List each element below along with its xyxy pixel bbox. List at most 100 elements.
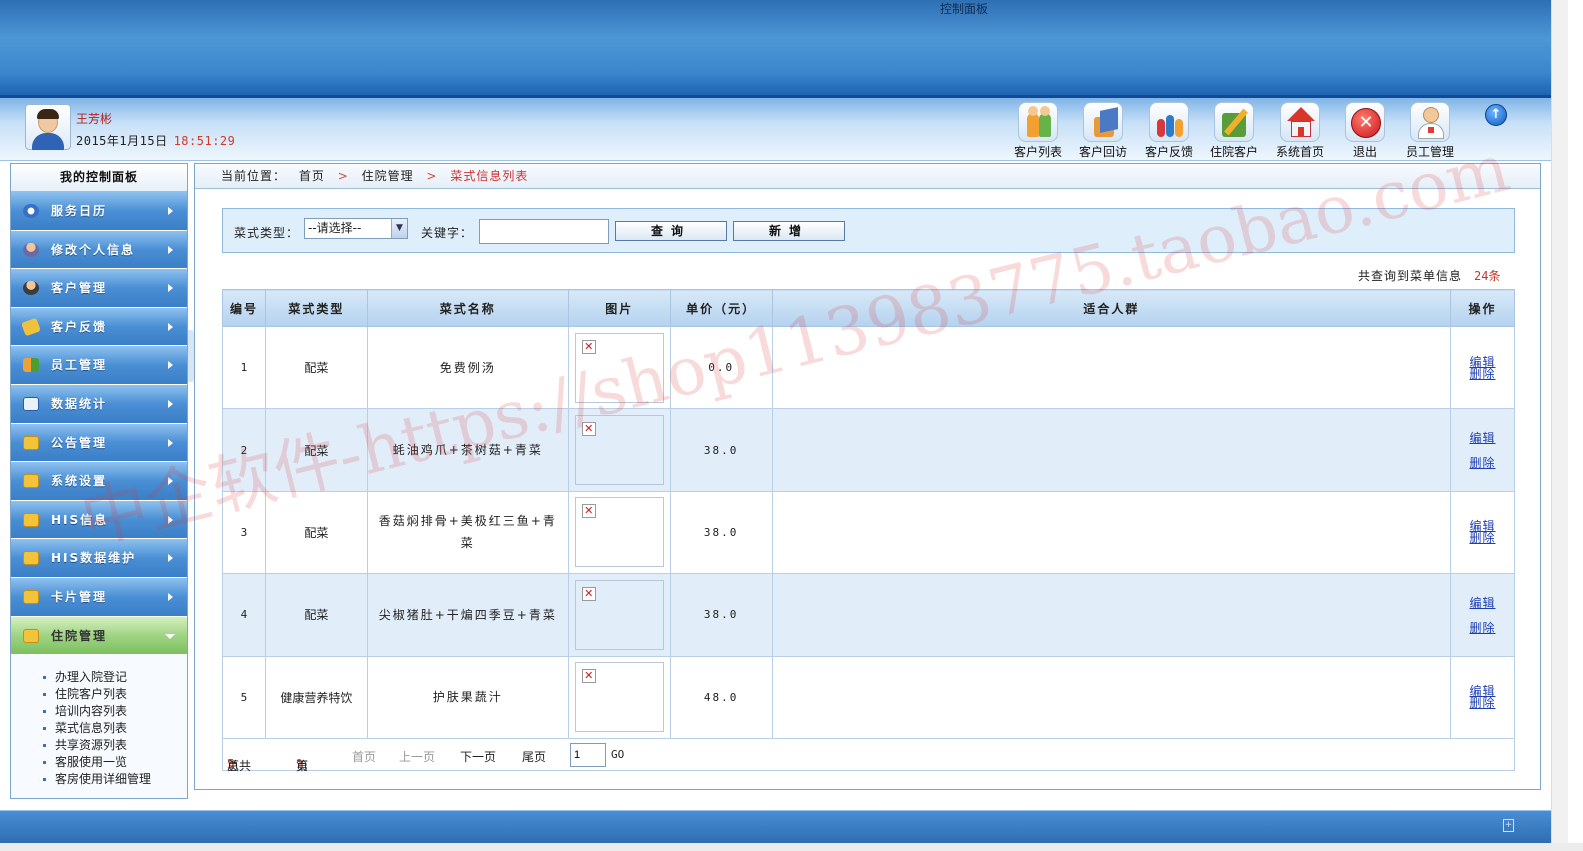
result-count: 24条 (1474, 269, 1501, 283)
submenu-item-service-usage[interactable]: 客服使用一览 (43, 754, 187, 771)
breadcrumb-home-link[interactable]: 首页 (299, 169, 325, 183)
sidebar-title: 我的控制面板 (11, 164, 187, 192)
breadcrumb-section-link[interactable]: 住院管理 (362, 169, 414, 183)
sidebar-item-statistics[interactable]: 数据统计 (11, 384, 187, 424)
sidebar-item-label: 公告管理 (51, 435, 108, 450)
cell-price: 38.0 (669, 408, 773, 492)
arrow-up-icon[interactable]: ↑ (1485, 104, 1507, 126)
dish-table: 编号 菜式类型 菜式名称 图片 单价（元） 适合人群 操作 1 配菜 免费例汤 … (222, 289, 1515, 739)
toolbar-label: 住院客户 (1209, 145, 1258, 159)
folder-icon (23, 512, 39, 527)
toolbar-label: 客户回访 (1078, 145, 1127, 159)
user-datetime: 2015年1月15日 18:51:29 (76, 132, 235, 149)
sidebar-item-label: 住院管理 (51, 628, 108, 643)
toolbar-staff-button[interactable]: 员工管理 (1400, 102, 1460, 159)
edit-link[interactable]: 编辑 (1451, 594, 1514, 611)
delete-link[interactable]: 删除 (1451, 532, 1514, 544)
page-number-input[interactable] (570, 743, 606, 767)
go-button[interactable]: GO (611, 748, 624, 761)
breadcrumb: 当前位置： 首页 > 住院管理 > 菜式信息列表 (195, 164, 1540, 189)
sidebar-item-his-maintenance[interactable]: HIS数据维护 (11, 539, 187, 578)
dish-image: ✕ (574, 662, 664, 733)
sidebar-item-customer-management[interactable]: 客户管理 (11, 269, 187, 308)
cell-id: 4 (222, 573, 266, 657)
chevron-right-icon (168, 207, 173, 215)
submenu-item-shared-resources[interactable]: 共享资源列表 (43, 737, 187, 754)
broken-image-icon: ✕ (581, 586, 596, 601)
chevron-right-icon (168, 361, 173, 370)
dish-type-selected: --请选择-- (308, 221, 362, 235)
toolbar-exit-button[interactable]: ✕ 退出 (1335, 102, 1395, 159)
sidebar-item-inpatient-management[interactable]: 住院管理 (11, 616, 187, 656)
search-panel: 菜式类型： --请选择-- ▼ 关键字： 查询 新增 (222, 208, 1515, 253)
cell-price: 48.0 (669, 655, 773, 739)
breadcrumb-separator-icon: > (426, 169, 438, 183)
banner-title: 控制面板 (940, 2, 989, 16)
submenu-item-admission[interactable]: 办理入院登记 (43, 669, 187, 686)
page-icon[interactable]: + (1503, 819, 1514, 832)
chevron-right-icon (168, 399, 173, 408)
chevron-right-icon (168, 515, 173, 524)
broken-image-icon: ✕ (581, 422, 596, 437)
cell-actions: 编辑 删除 (1450, 573, 1515, 657)
submenu-item-room-usage[interactable]: 客房使用详细管理 (43, 771, 187, 788)
submenu-item-dish-list[interactable]: 菜式信息列表 (43, 720, 187, 737)
chevron-down-icon: ▼ (391, 219, 407, 238)
inpatient-icon (1214, 102, 1254, 142)
dish-type-select[interactable]: --请选择-- ▼ (304, 218, 408, 239)
sidebar-item-card-management[interactable]: 卡片管理 (11, 577, 187, 617)
edit-link[interactable]: 编辑 (1451, 356, 1514, 368)
toolbar-label: 员工管理 (1405, 145, 1454, 159)
dish-image: ✕ (574, 579, 664, 650)
vertical-scrollbar[interactable] (1551, 0, 1568, 843)
sidebar-item-staff-management[interactable]: 员工管理 (11, 346, 187, 385)
sidebar-item-label: 员工管理 (51, 358, 108, 373)
cell-name: 香菇焖排骨+美极红三鱼+青菜 (366, 490, 569, 575)
add-button[interactable]: 新增 (733, 221, 845, 241)
pager-last-link[interactable]: 尾页 (522, 748, 546, 765)
chevron-right-icon (168, 322, 173, 331)
column-header-crowd: 适合人群 (771, 289, 1452, 327)
cell-actions: 编辑 删除 (1450, 655, 1515, 739)
chart-icon (23, 396, 39, 411)
pager-first-link[interactable]: 首页 (352, 748, 376, 765)
submenu-item-inpatient-list[interactable]: 住院客户列表 (43, 686, 187, 703)
toolbar-inpatient-button[interactable]: 住院客户 (1204, 102, 1264, 159)
broken-image-icon: ✕ (581, 669, 596, 684)
sidebar-item-his-info[interactable]: HIS信息 (11, 500, 187, 540)
keyword-input[interactable] (479, 219, 609, 244)
table-header-row: 编号 菜式类型 菜式名称 图片 单价（元） 适合人群 操作 (222, 289, 1515, 327)
cell-image: ✕ (567, 655, 671, 739)
sidebar-item-service-calendar[interactable]: 服务日历 (11, 192, 187, 231)
pager-prev-link[interactable]: 上一页 (399, 748, 435, 765)
cell-type: 配菜 (264, 573, 368, 657)
toolbar-customer-visit-button[interactable]: 客户回访 (1073, 102, 1133, 159)
toolbar-customer-feedback-button[interactable]: 客户反馈 (1139, 102, 1199, 159)
delete-link[interactable]: 删除 (1451, 619, 1514, 636)
sidebar-item-system-settings[interactable]: 系统设置 (11, 462, 187, 501)
submenu-item-training-list[interactable]: 培训内容列表 (43, 703, 187, 720)
query-button[interactable]: 查询 (615, 221, 727, 241)
column-header-actions: 操作 (1450, 289, 1515, 327)
cell-id: 2 (222, 408, 266, 492)
edit-link[interactable]: 编辑 (1451, 429, 1514, 446)
toolbar-customer-list-button[interactable]: 客户列表 (1008, 102, 1068, 159)
cell-name: 尖椒猪肚+干煸四季豆+青菜 (366, 573, 569, 657)
folder-icon (23, 628, 39, 643)
sidebar-item-label: 客户管理 (51, 281, 108, 296)
delete-link[interactable]: 删除 (1451, 368, 1514, 380)
cell-actions: 编辑 删除 (1450, 325, 1515, 410)
sidebar-item-announcements[interactable]: 公告管理 (11, 423, 187, 463)
chevron-right-icon (168, 245, 173, 254)
delete-link[interactable]: 删除 (1451, 697, 1514, 709)
feedback-icon (1149, 102, 1189, 142)
horizontal-scrollbar[interactable] (0, 843, 1583, 851)
sidebar-item-edit-profile[interactable]: 修改个人信息 (11, 230, 187, 270)
delete-link[interactable]: 删除 (1451, 454, 1514, 471)
column-header-price: 单价（元） (669, 289, 773, 327)
sidebar-item-customer-feedback[interactable]: 客户反馈 (11, 307, 187, 347)
pager-next-link[interactable]: 下一页 (460, 748, 496, 765)
sidebar: 我的控制面板 服务日历 修改个人信息 客户管理 客户反馈 员工管理 数据统计 公… (10, 163, 188, 799)
toolbar-home-button[interactable]: 系统首页 (1270, 102, 1330, 159)
dish-type-label: 菜式类型： (234, 226, 300, 240)
